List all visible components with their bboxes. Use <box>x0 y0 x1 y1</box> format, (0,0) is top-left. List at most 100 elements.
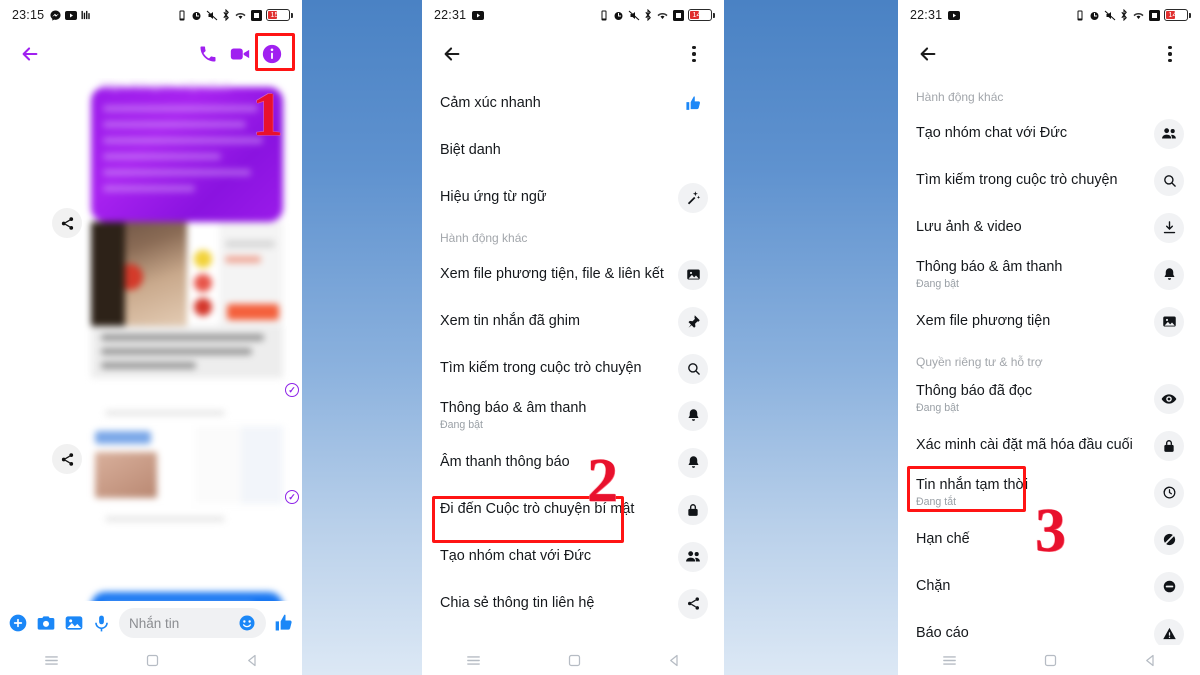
back-arrow-icon[interactable] <box>912 38 944 70</box>
battery-icon: 14 <box>688 9 715 21</box>
home-square-icon[interactable] <box>145 653 160 668</box>
product-caption <box>91 326 283 378</box>
share-icon[interactable] <box>52 444 82 474</box>
message-input[interactable]: Nhắn tin <box>119 608 266 638</box>
plus-circle-icon[interactable] <box>8 613 28 633</box>
wifi-icon <box>656 10 669 20</box>
menu-item[interactable]: Lưu ảnh & video <box>898 204 1200 251</box>
menu-item[interactable]: Chia sẻ thông tin liên hệ <box>422 580 724 627</box>
menu-item-status: Đang tắt <box>916 495 957 508</box>
menu-item[interactable]: Tạo nhóm chat với Đức <box>422 533 724 580</box>
menu-icon[interactable] <box>465 652 482 669</box>
bell-icon <box>1154 259 1184 290</box>
clock-history-icon <box>1154 477 1184 508</box>
menu-icon[interactable] <box>43 652 60 669</box>
menu-item[interactable]: Đi đến Cuộc trò chuyện bí mật <box>422 486 724 533</box>
microphone-icon[interactable] <box>92 614 111 633</box>
menu-item[interactable]: Hạn chế <box>898 516 1200 563</box>
emoji-icon[interactable] <box>238 614 256 632</box>
menu-item[interactable]: Âm thanh thông báo <box>422 439 724 486</box>
menu-item[interactable]: Tin nhắn tạm thời Đang tắt <box>898 469 1200 516</box>
back-triangle-icon[interactable] <box>1143 653 1158 668</box>
eye-icon <box>1154 383 1184 414</box>
kebab-menu-icon[interactable] <box>678 38 710 70</box>
menu-item[interactable]: Tạo nhóm chat với Đức <box>898 110 1200 157</box>
camera-icon[interactable] <box>36 613 56 633</box>
info-circle-icon[interactable] <box>256 38 288 70</box>
menu-item-labels: Tìm kiếm trong cuộc trò chuyện <box>440 360 678 377</box>
phone-screenshot-middle: 22:31 14 Cảm xúc nhanh Biệt danh Hiệu ứng … <box>422 0 724 675</box>
back-arrow-icon[interactable] <box>14 38 46 70</box>
vibrate-icon <box>1075 10 1085 21</box>
menu-item-labels: Âm thanh thông báo <box>440 454 678 471</box>
menu-item-label: Đi đến Cuộc trò chuyện bí mật <box>440 501 635 518</box>
home-square-icon[interactable] <box>1043 653 1058 668</box>
sim-icon <box>1149 9 1160 21</box>
messenger-icon <box>50 9 61 21</box>
phone-icon[interactable] <box>192 38 224 70</box>
back-triangle-icon[interactable] <box>667 653 682 668</box>
gallery-icon[interactable] <box>64 613 84 633</box>
menu-item-label: Biệt danh <box>440 142 501 159</box>
menu-item[interactable]: Hiệu ứng từ ngữ <box>422 174 724 221</box>
product-card-preview[interactable] <box>91 222 283 326</box>
menu-item[interactable]: Thông báo & âm thanh Đang bật <box>422 392 724 439</box>
chat-settings-menu-right[interactable]: Hành động khác Tạo nhóm chat với Đức Tìm k… <box>898 78 1200 675</box>
menu-item-labels: Chặn <box>916 578 1154 595</box>
menu-item[interactable]: Tìm kiếm trong cuộc trò chuyện <box>422 345 724 392</box>
menu-item[interactable]: Chặn <box>898 563 1200 610</box>
youtube-icon <box>472 10 485 20</box>
menu-item[interactable]: Tìm kiếm trong cuộc trò chuyện <box>898 157 1200 204</box>
menu-section-header: Quyền riêng tư & hỗ trợ <box>916 355 1043 369</box>
back-arrow-icon[interactable] <box>436 38 468 70</box>
menu-item-labels: Tạo nhóm chat với Đức <box>440 548 678 565</box>
menu-item-labels: Hạn chế <box>916 531 1154 548</box>
people-icon <box>1154 118 1184 149</box>
pin-icon <box>678 306 708 337</box>
menu-item[interactable]: Biệt danh <box>422 127 724 174</box>
menu-section-header: Hành động khác <box>440 231 528 245</box>
menu-item-label: Âm thanh thông báo <box>440 454 570 471</box>
chat-settings-menu-middle[interactable]: Cảm xúc nhanh Biệt danh Hiệu ứng từ ngữ Hàn… <box>422 78 724 675</box>
second-link-card[interactable] <box>91 426 283 504</box>
product-info <box>219 222 283 326</box>
share-icon[interactable] <box>52 208 82 238</box>
menu-item-status: Đang bật <box>440 418 483 431</box>
kebab-menu-icon[interactable] <box>1154 38 1186 70</box>
menu-icon[interactable] <box>941 652 958 669</box>
video-camera-icon[interactable] <box>224 38 256 70</box>
menu-item[interactable]: Thông báo đã đọc Đang bật <box>898 375 1200 422</box>
image-icon <box>678 259 708 290</box>
link-preview-bubble[interactable]: https://shopee.vn/product <box>91 81 283 222</box>
menu-item-label: Xác minh cài đặt mã hóa đầu cuối <box>916 437 1133 454</box>
menu-item[interactable]: Cảm xúc nhanh <box>422 80 724 127</box>
thumbs-up-icon[interactable] <box>274 613 294 633</box>
product-thumbs <box>187 222 219 326</box>
home-square-icon[interactable] <box>567 653 582 668</box>
status-bar-left: 23:15 15 <box>0 0 302 30</box>
menu-item-labels: Chia sẻ thông tin liên hệ <box>440 595 678 612</box>
menu-item[interactable]: Xem file phương tiện <box>898 298 1200 345</box>
wifi-icon <box>1132 10 1145 20</box>
menu-item[interactable]: Xác minh cài đặt mã hóa đầu cuối <box>898 422 1200 469</box>
menu-item[interactable]: Xem tin nhắn đã ghim <box>422 298 724 345</box>
chat-message-list[interactable]: https://shopee.vn/product ✓ ✓ <box>0 78 302 645</box>
menu-item-label: Xem file phương tiện, file & liên kết <box>440 266 664 283</box>
menu-item-labels: Cảm xúc nhanh <box>440 95 678 112</box>
menu-item-label: Thông báo đã đọc <box>916 383 1033 400</box>
menu-item-label: Tìm kiếm trong cuộc trò chuyện <box>440 360 642 377</box>
back-triangle-icon[interactable] <box>245 653 260 668</box>
link-preview-url: https://shopee.vn/product <box>101 81 231 93</box>
menu-item-labels: Thông báo & âm thanh Đang bật <box>916 259 1154 290</box>
menu-item[interactable]: Thông báo & âm thanh Đang bật <box>898 251 1200 298</box>
phone-screenshot-right: 22:31 14 Hành động khác Tạo nhóm chat với… <box>898 0 1200 675</box>
menu-item[interactable]: Xem file phương tiện, file & liên kết <box>422 251 724 298</box>
menu-item-labels: Tin nhắn tạm thời Đang tắt <box>916 477 1154 508</box>
menu-item-label: Lưu ảnh & video <box>916 219 1022 236</box>
bell-icon <box>678 447 708 478</box>
people-icon <box>678 541 708 572</box>
menu-item-labels: Tìm kiếm trong cuộc trò chuyện <box>916 172 1154 189</box>
network-icon <box>81 10 92 20</box>
menu-item-labels: Thông báo đã đọc Đang bật <box>916 383 1154 414</box>
system-nav-bar <box>0 645 302 675</box>
